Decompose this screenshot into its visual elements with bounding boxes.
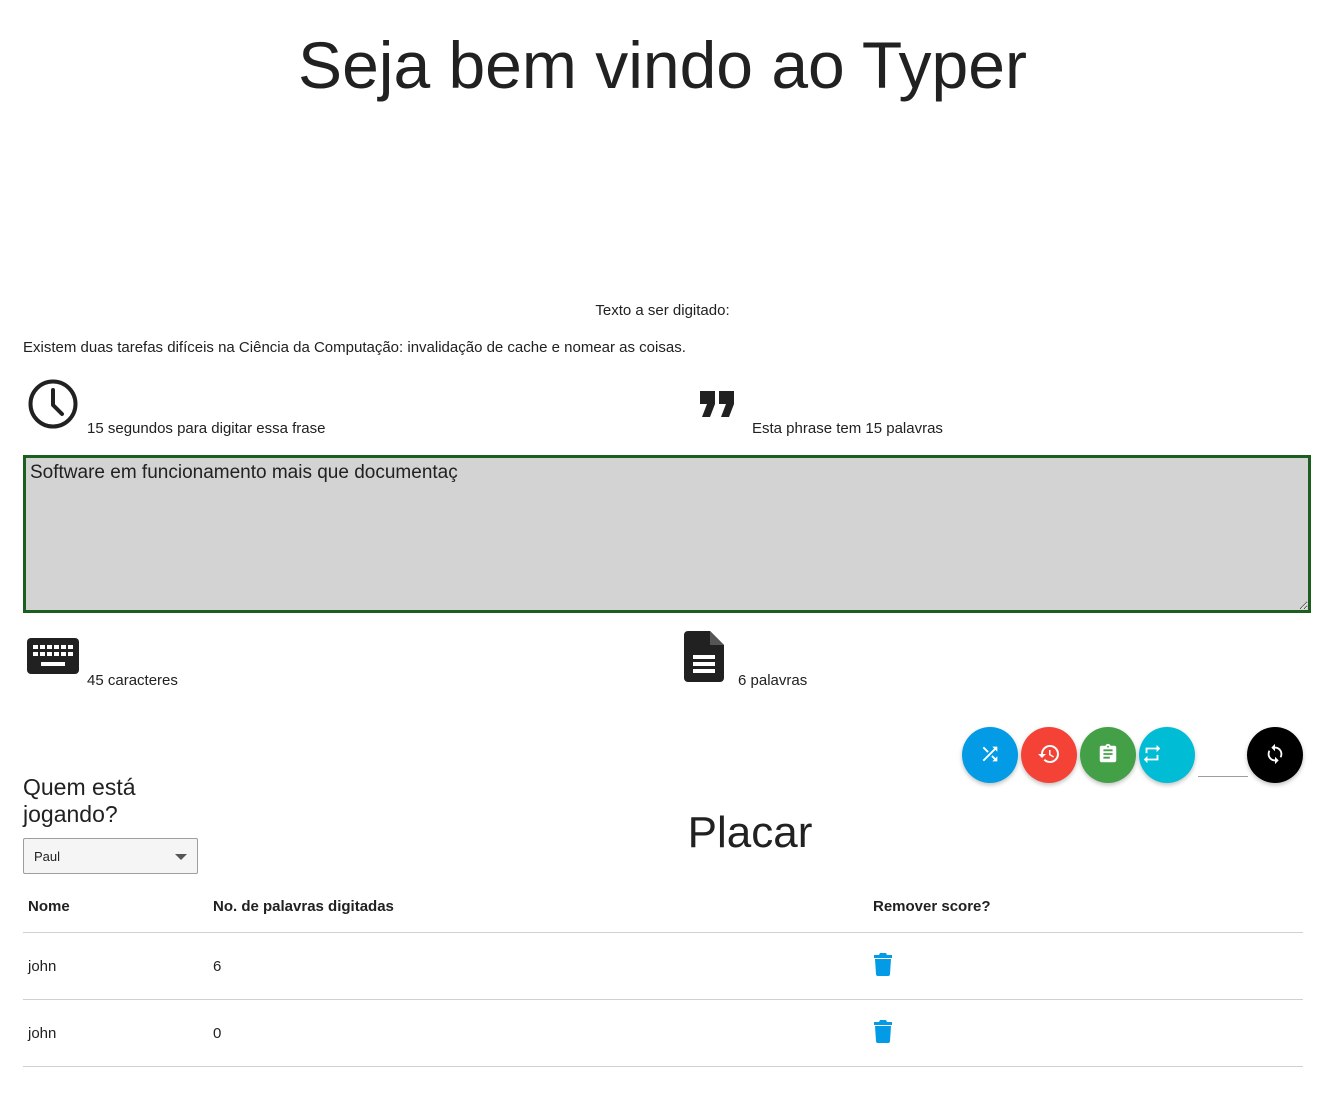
quote-icon	[698, 390, 738, 420]
player-select[interactable]: Paul	[23, 838, 198, 874]
score-table: Nome No. de palavras digitadas Remover s…	[23, 880, 1303, 1067]
typed-word-count-text: 6 palavras	[738, 672, 808, 689]
row-words-cell: 0	[208, 999, 868, 1067]
column-header-words: No. de palavras digitadas	[208, 880, 868, 933]
clipboard-button[interactable]	[1080, 727, 1136, 783]
sync-icon	[1264, 743, 1286, 768]
shuffle-icon	[979, 743, 1001, 768]
caret-down-icon	[175, 849, 187, 864]
column-header-name: Nome	[23, 880, 208, 933]
repeat-button[interactable]	[1139, 727, 1195, 783]
page-title: Seja bem vindo ao Typer	[298, 28, 1027, 102]
column-header-remove: Remover score?	[868, 880, 1303, 933]
sync-button[interactable]	[1247, 727, 1303, 783]
document-icon	[684, 631, 724, 682]
row-name-cell: john	[23, 999, 208, 1067]
scoreboard-title: Placar	[687, 808, 813, 857]
trash-icon	[873, 1020, 893, 1046]
clock-icon	[26, 378, 80, 432]
table-row: john 6	[23, 932, 1303, 1000]
typing-input[interactable]: Software em funcionamento mais que docum…	[23, 455, 1311, 613]
time-limit-text: 15 segundos para digitar essa frase	[87, 420, 326, 437]
clipboard-icon	[1097, 743, 1119, 768]
remove-score-button[interactable]	[873, 1019, 893, 1046]
table-row: john 0	[23, 999, 1303, 1067]
row-name-cell: john	[23, 932, 208, 1000]
history-button[interactable]	[1021, 727, 1077, 783]
phrase-word-count-text: Esta phrase tem 15 palavras	[752, 420, 943, 437]
player-heading: Quem está jogando?	[23, 774, 136, 827]
keyboard-icon	[27, 637, 79, 675]
remove-score-button[interactable]	[873, 952, 893, 979]
phrase-text: Existem duas tarefas difíceis na Ciência…	[23, 339, 686, 356]
repeat-icon	[1141, 743, 1163, 768]
player-select-value: Paul	[34, 848, 61, 864]
table-header-row: Nome No. de palavras digitadas Remover s…	[23, 880, 1303, 933]
shuffle-button[interactable]	[962, 727, 1018, 783]
char-count-text: 45 caracteres	[87, 672, 178, 689]
history-icon	[1037, 742, 1061, 769]
seconds-input[interactable]	[1198, 750, 1248, 777]
phrase-label: Texto a ser digitado:	[595, 302, 730, 319]
row-words-cell: 6	[208, 932, 868, 1000]
trash-icon	[873, 953, 893, 979]
